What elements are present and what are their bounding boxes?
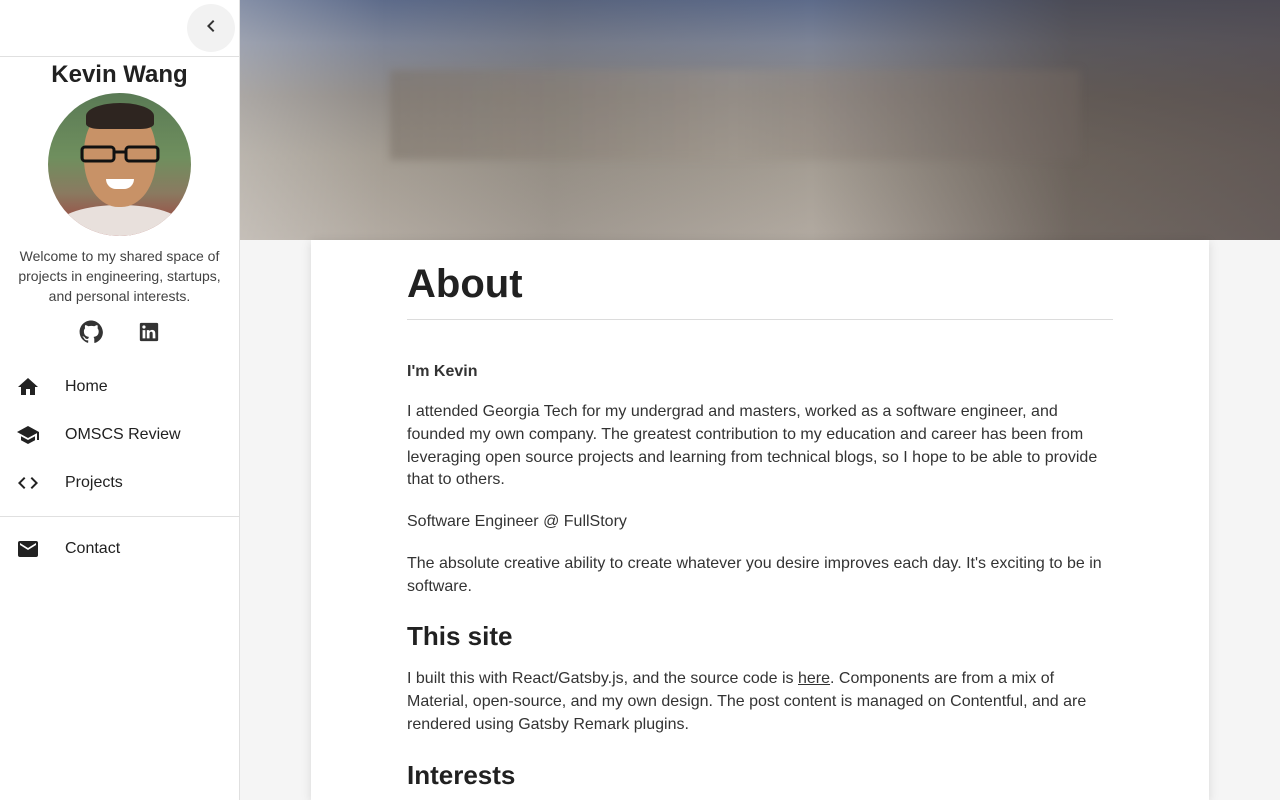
- sidebar-item-label: Projects: [65, 474, 123, 491]
- article: About I'm Kevin I attended Georgia Tech …: [407, 240, 1113, 790]
- site-text: I built this with React/Gatsby.js, and t…: [407, 670, 798, 688]
- sidebar-item-label: OMSCS Review: [65, 426, 181, 443]
- sidebar-item-contact[interactable]: Contact: [0, 525, 239, 573]
- role-text: Software Engineer @ FullStory: [407, 513, 627, 530]
- sidebar-nav: Home OMSCS Review Projects Contact: [0, 363, 239, 573]
- collapse-sidebar-button[interactable]: [187, 4, 235, 52]
- site-paragraph: I built this with React/Gatsby.js, and t…: [407, 668, 1113, 736]
- sidebar-divider: [0, 516, 239, 517]
- github-icon[interactable]: [79, 320, 103, 344]
- creative-text: The absolute creative ability to create …: [407, 554, 1102, 595]
- source-code-link[interactable]: here: [798, 670, 830, 687]
- sidebar-item-omscs-review[interactable]: OMSCS Review: [0, 411, 239, 459]
- content-card: About I'm Kevin I attended Georgia Tech …: [311, 240, 1209, 800]
- hero-banner-image: [240, 0, 1280, 240]
- school-icon: [16, 423, 40, 447]
- profile-name: Kevin Wang: [51, 61, 188, 88]
- mail-icon: [16, 537, 40, 561]
- intro-heading: I'm Kevin: [407, 363, 478, 380]
- page-title: About: [407, 240, 1113, 320]
- section-heading-interests: Interests: [407, 759, 516, 790]
- linkedin-icon[interactable]: [137, 320, 161, 344]
- sidebar: Kevin Wang Welcome to my shared space of…: [0, 0, 240, 800]
- home-icon: [16, 375, 40, 399]
- sidebar-item-label: Home: [65, 378, 108, 395]
- intro-paragraph: I attended Georgia Tech for my undergrad…: [407, 403, 1098, 489]
- sidebar-item-projects[interactable]: Projects: [0, 459, 239, 507]
- avatar: [48, 93, 191, 236]
- sidebar-item-label: Contact: [65, 540, 121, 557]
- section-heading-this-site: This site: [407, 621, 513, 652]
- code-icon: [16, 471, 40, 495]
- sidebar-header: [0, 0, 239, 57]
- chevron-left-icon: [199, 14, 223, 43]
- sidebar-item-home[interactable]: Home: [0, 363, 239, 411]
- social-links: [0, 320, 239, 344]
- welcome-text: Welcome to my shared space of projects i…: [18, 248, 221, 304]
